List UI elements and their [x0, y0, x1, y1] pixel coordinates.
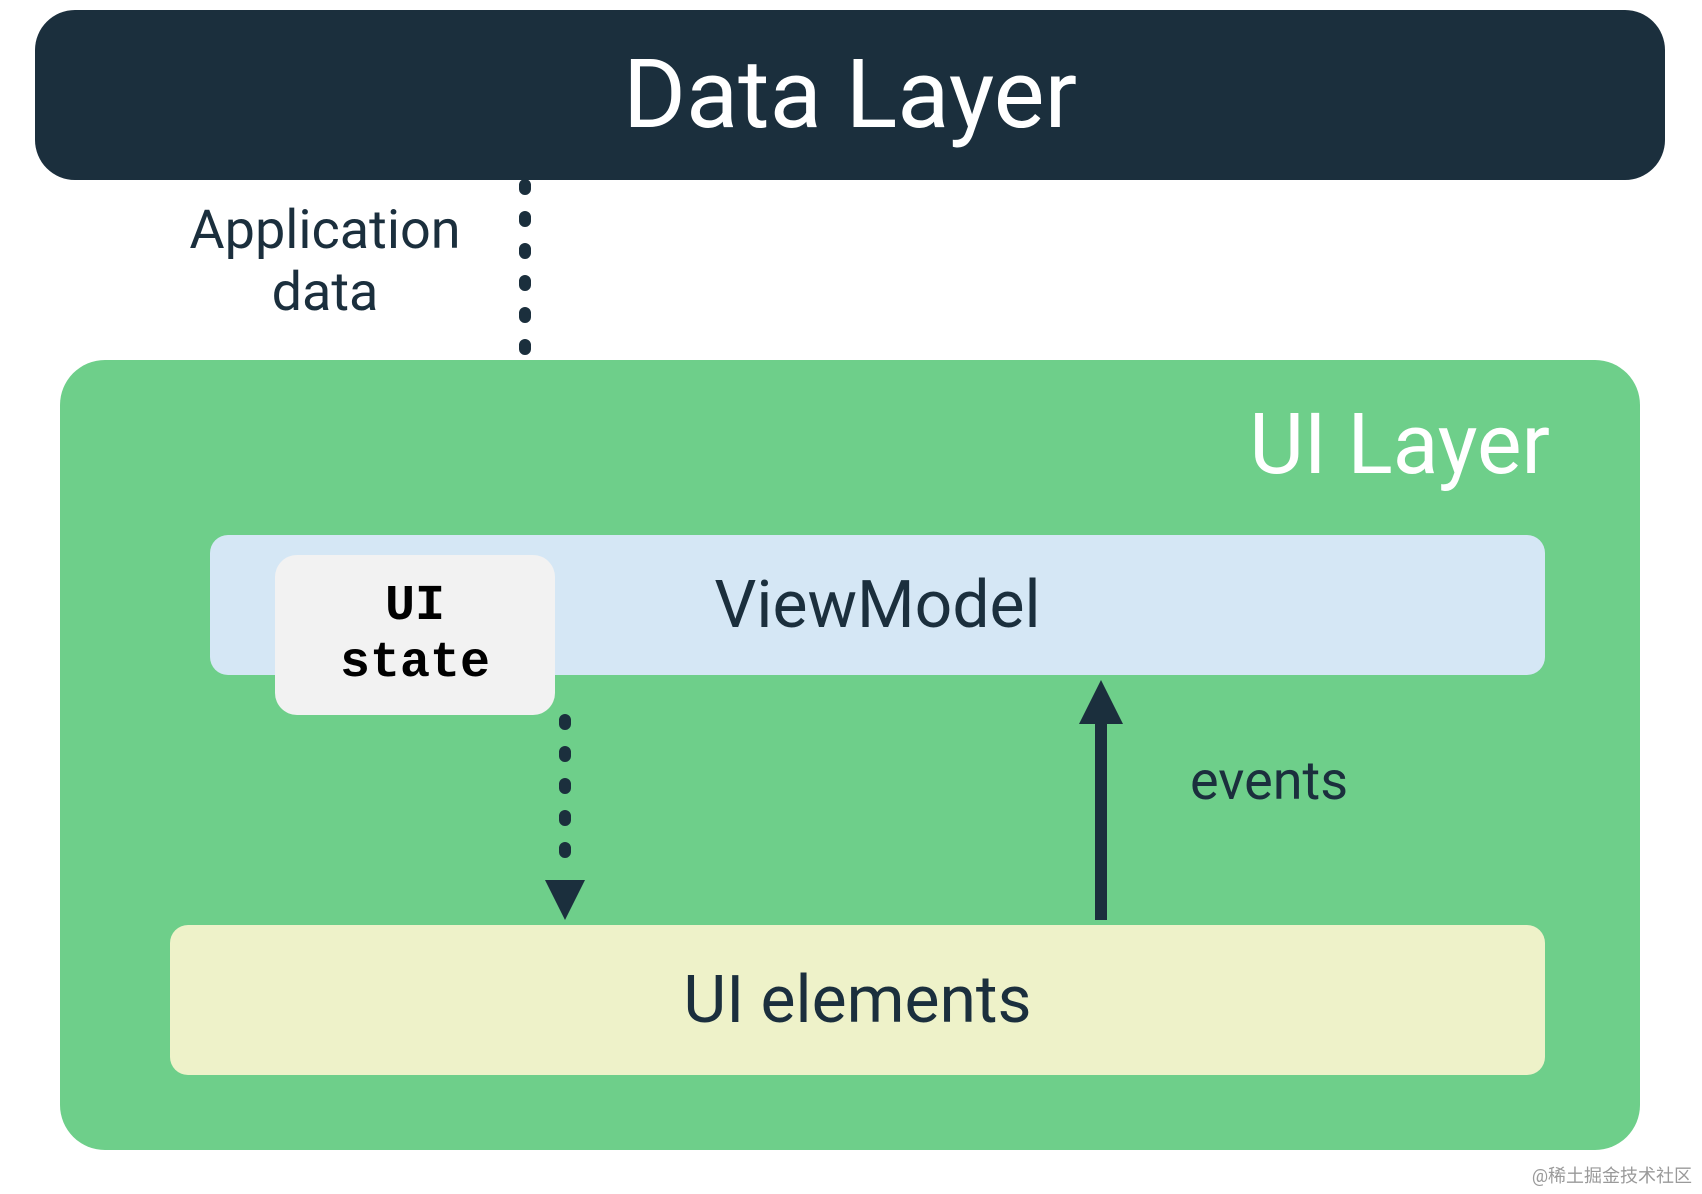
data-layer-box: Data Layer: [35, 10, 1665, 180]
architecture-diagram: Data Layer Applicationdata UI Layer View…: [0, 0, 1702, 1194]
events-label: events: [1190, 750, 1348, 813]
ui-elements-box: UI elements: [170, 925, 1545, 1075]
arrow-events-up-icon: [1079, 680, 1123, 920]
data-layer-title: Data Layer: [623, 39, 1077, 151]
ui-elements-label: UI elements: [683, 962, 1031, 1039]
ui-state-label: UIstate: [340, 578, 490, 693]
viewmodel-label: ViewModel: [714, 567, 1040, 644]
ui-layer-box: UI Layer ViewModel UIstate events UI ele…: [60, 360, 1640, 1150]
watermark-text: @稀土掘金技术社区: [1532, 1162, 1692, 1188]
ui-state-box: UIstate: [275, 555, 555, 715]
ui-layer-title: UI Layer: [1249, 395, 1550, 494]
arrow-state-to-elements-icon: [545, 720, 585, 920]
application-data-label: Applicationdata: [170, 200, 480, 324]
